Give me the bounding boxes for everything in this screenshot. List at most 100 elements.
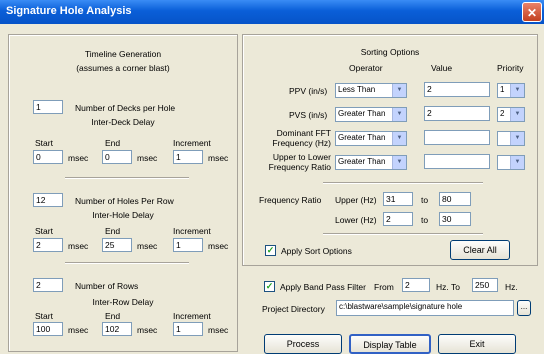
chevron-down-icon: ▼: [510, 84, 524, 97]
browse-button[interactable]: ...: [517, 300, 531, 316]
holes-label: Number of Holes Per Row: [75, 196, 174, 206]
band-pass-from-input[interactable]: 2: [402, 278, 430, 292]
band-pass-checkbox[interactable]: ✓: [264, 281, 275, 292]
inter-hole-start-input[interactable]: 2: [33, 238, 63, 252]
ratio-label-line1: Upper to Lower: [272, 152, 331, 162]
inter-row-end-label: End: [105, 311, 121, 321]
decks-input[interactable]: 1: [33, 100, 63, 114]
pvs-priority-select[interactable]: 2 ▼: [497, 107, 525, 122]
inter-deck-increment-input[interactable]: 1: [173, 150, 203, 164]
msec-label: msec: [68, 153, 89, 163]
msec-label: msec: [137, 153, 158, 163]
fft-operator-select[interactable]: Greater Than ▼: [335, 131, 407, 146]
to-label: to: [421, 195, 429, 205]
project-directory-label: Project Directory: [262, 304, 325, 314]
chevron-down-icon: ▼: [392, 84, 406, 97]
inter-deck-increment-label: Increment: [173, 138, 211, 148]
lower-hz-label: Lower (Hz): [335, 215, 377, 225]
display-table-button[interactable]: Display Table: [349, 334, 431, 354]
fft-value-input[interactable]: [424, 130, 490, 145]
msec-label: msec: [137, 241, 158, 251]
divider: [323, 233, 483, 235]
apply-sort-label: Apply Sort Options: [281, 246, 352, 256]
ppv-priority-select[interactable]: 1 ▼: [497, 83, 525, 98]
inter-hole-end-label: End: [105, 226, 121, 236]
inter-row-start-label: Start: [35, 311, 53, 321]
exit-button[interactable]: Exit: [438, 334, 516, 354]
fft-priority-select[interactable]: ▼: [497, 131, 525, 146]
fft-label-line1: Dominant FFT: [276, 128, 331, 138]
inter-hole-start-label: Start: [35, 226, 53, 236]
decks-label: Number of Decks per Hole: [75, 103, 176, 113]
value-column-label: Value: [431, 63, 453, 73]
inter-deck-end-input[interactable]: 0: [102, 150, 132, 164]
upper-from-input[interactable]: 31: [383, 192, 413, 206]
clear-all-button[interactable]: Clear All: [450, 240, 510, 260]
close-button[interactable]: ✕: [522, 2, 542, 22]
chevron-down-icon: ▼: [392, 132, 406, 145]
divider: [323, 182, 483, 184]
msec-label: msec: [137, 325, 158, 335]
sorting-header: Sorting Options: [360, 47, 420, 57]
inter-hole-increment-input[interactable]: 1: [173, 238, 203, 252]
chevron-down-icon: ▼: [510, 156, 524, 169]
apply-sort-checkbox[interactable]: ✓: [265, 245, 276, 256]
operator-column-label: Operator: [349, 63, 383, 73]
msec-label: msec: [208, 325, 229, 335]
chevron-down-icon: ▼: [392, 108, 406, 121]
inter-row-start-input[interactable]: 100: [33, 322, 63, 336]
ratio-operator-select[interactable]: Greater Than ▼: [335, 155, 407, 170]
lower-from-input[interactable]: 2: [383, 212, 413, 226]
inter-hole-title: Inter-Hole Delay: [92, 210, 154, 220]
to-label: to: [421, 215, 429, 225]
from-label: From: [374, 282, 394, 292]
upper-hz-label: Upper (Hz): [335, 195, 377, 205]
hz-to-label: Hz. To: [436, 282, 460, 292]
inter-hole-increment-label: Increment: [173, 226, 211, 236]
inter-deck-start-input[interactable]: 0: [33, 150, 63, 164]
fft-label-line2: Frequency (Hz): [272, 138, 331, 148]
inter-row-end-input[interactable]: 102: [102, 322, 132, 336]
msec-label: msec: [68, 325, 89, 335]
pvs-operator-select[interactable]: Greater Than ▼: [335, 107, 407, 122]
inter-row-increment-label: Increment: [173, 311, 211, 321]
upper-to-input[interactable]: 80: [439, 192, 471, 206]
hz-label: Hz.: [505, 282, 518, 292]
dialog-window: Signature Hole Analysis ✕ Timeline Gener…: [0, 0, 544, 354]
pvs-value-input[interactable]: 2: [424, 106, 490, 121]
sorting-panel: Sorting Options Operator Value Priority …: [242, 34, 538, 266]
window-title: Signature Hole Analysis: [6, 5, 132, 17]
divider: [65, 177, 189, 179]
chevron-down-icon: ▼: [510, 132, 524, 145]
ppv-value-input[interactable]: 2: [424, 82, 490, 97]
inter-deck-start-label: Start: [35, 138, 53, 148]
msec-label: msec: [68, 241, 89, 251]
timeline-panel: Timeline Generation (assumes a corner bl…: [8, 34, 238, 352]
msec-label: msec: [208, 241, 229, 251]
ratio-priority-select[interactable]: ▼: [497, 155, 525, 170]
rows-input[interactable]: 2: [33, 278, 63, 292]
inter-hole-end-input[interactable]: 25: [102, 238, 132, 252]
chevron-down-icon: ▼: [510, 108, 524, 121]
msec-label: msec: [208, 153, 229, 163]
pvs-label: PVS (in/s): [289, 110, 328, 120]
inter-row-title: Inter-Row Delay: [92, 297, 154, 307]
ratio-value-input[interactable]: [424, 154, 490, 169]
timeline-header: Timeline Generation: [84, 49, 162, 59]
ppv-operator-select[interactable]: Less Than ▼: [335, 83, 407, 98]
chevron-down-icon: ▼: [392, 156, 406, 169]
band-pass-to-input[interactable]: 250: [472, 278, 498, 292]
process-button[interactable]: Process: [264, 334, 342, 354]
lower-to-input[interactable]: 30: [439, 212, 471, 226]
rows-label: Number of Rows: [75, 281, 139, 291]
timeline-subheader: (assumes a corner blast): [76, 63, 170, 73]
title-bar[interactable]: Signature Hole Analysis ✕: [0, 0, 544, 24]
holes-input[interactable]: 12: [33, 193, 63, 207]
band-pass-label: Apply Band Pass Filter: [280, 282, 366, 292]
ppv-label: PPV (in/s): [289, 86, 328, 96]
divider: [65, 262, 189, 264]
project-directory-input[interactable]: c:\blastware\sample\signature hole: [336, 300, 514, 316]
ratio-label-line2: Frequency Ratio: [268, 162, 331, 172]
inter-row-increment-input[interactable]: 1: [173, 322, 203, 336]
priority-column-label: Priority: [497, 63, 524, 73]
